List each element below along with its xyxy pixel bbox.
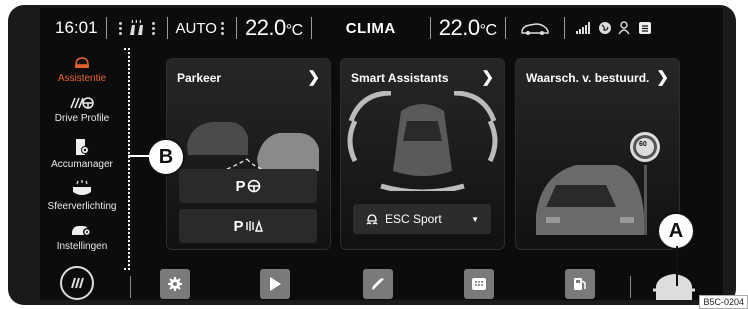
status-bar: 16:01 AUTO 22.0°C CLIMA 22.0°C — [40, 8, 723, 48]
home-button[interactable] — [60, 266, 94, 300]
sidebar-item-label: Accumanager — [51, 159, 113, 170]
callout-a-line — [676, 246, 678, 286]
home-icon — [71, 277, 84, 289]
sidebar-item-label: Drive Profile — [54, 113, 110, 124]
esc-mode-dropdown[interactable]: ESC Sport ▼ — [353, 204, 491, 234]
notes-icon[interactable] — [638, 21, 652, 35]
steering-wheel-icon — [247, 179, 260, 193]
parking-card[interactable]: Parkeer ❯ P P — [166, 58, 331, 250]
phone-button[interactable] — [363, 269, 393, 299]
app-connect-icon — [472, 278, 486, 290]
park-assist-button[interactable]: P — [179, 169, 317, 203]
bottom-bar — [40, 264, 723, 300]
divider — [563, 17, 565, 39]
divider — [105, 17, 107, 39]
parking-cars-illustration — [187, 122, 319, 174]
temperature-left-value: 22.0 — [244, 15, 286, 40]
temperature-right-unit: °C — [479, 22, 497, 39]
driver-assist-icon — [75, 57, 89, 68]
settings-icon — [168, 277, 182, 291]
divider — [630, 276, 631, 298]
temperature-left-unit: °C — [285, 22, 303, 39]
callout-b: B — [147, 138, 185, 176]
car-top-view-illustration — [347, 91, 498, 191]
sidebar-item-label: Assistentie — [57, 73, 107, 84]
globe-icon — [598, 22, 611, 34]
divider — [130, 276, 131, 298]
esc-mode-value: ESC Sport — [385, 212, 442, 226]
fan-level-indicator — [118, 21, 122, 35]
park-sensor-button[interactable]: P — [179, 209, 317, 243]
sidebar-item-accumanager[interactable]: Accumanager — [40, 138, 124, 170]
speed-limit-value: 60 — [639, 141, 647, 148]
dropdown-arrow-icon: ▼ — [471, 214, 479, 224]
smart-assistants-card[interactable]: Smart Assistants ❯ ESC Sport ▼ — [340, 58, 505, 250]
seat-heating-icon[interactable] — [126, 19, 148, 37]
image-code: B5C-0204 — [699, 295, 748, 309]
sidebar-item-instellingen[interactable]: Instellingen — [40, 222, 124, 252]
auto-climate-label[interactable]: AUTO — [176, 20, 217, 37]
fan-level-indicator — [151, 21, 155, 35]
callout-b-line — [128, 155, 150, 157]
app-connect-button[interactable] — [464, 269, 494, 299]
sidebar-item-drive-profile[interactable]: Drive Profile — [40, 96, 124, 124]
sidebar-item-assistentie[interactable]: Assistentie — [40, 54, 124, 84]
callout-a: A — [657, 212, 695, 250]
user-profile-icon[interactable] — [617, 21, 632, 35]
ambient-light-icon — [73, 180, 91, 195]
chevron-right-icon[interactable]: ❯ — [656, 68, 669, 86]
divider — [235, 17, 237, 39]
sidebar-bracket — [124, 48, 130, 270]
settings-button[interactable] — [160, 269, 190, 299]
auto-level-indicator — [220, 21, 224, 35]
sidebar-item-sfeerverlichting[interactable]: Sfeerverlichting — [40, 180, 124, 212]
signal-strength-icon — [575, 22, 590, 34]
park-sensor-label: P — [233, 217, 244, 235]
clima-button[interactable]: CLIMA — [346, 20, 396, 37]
divider — [310, 17, 312, 39]
divider — [429, 17, 431, 39]
divider — [504, 17, 506, 39]
media-button[interactable] — [260, 269, 290, 299]
parking-sensor-icon — [245, 219, 263, 232]
drive-profile-icon — [70, 97, 94, 109]
esc-icon — [366, 214, 378, 225]
card-title: Waarsch. v. bestuurd. — [526, 71, 650, 85]
car-status-icon[interactable] — [520, 20, 550, 36]
card-title: Parkeer — [177, 71, 222, 85]
temperature-right[interactable]: 22.0°C — [439, 15, 497, 41]
divider — [166, 17, 168, 39]
media-icon — [270, 277, 281, 291]
card-title: Smart Assistants — [351, 71, 449, 85]
sidebar-item-label: Sfeerverlichting — [47, 201, 117, 212]
clock: 16:01 — [55, 18, 98, 37]
car-settings-icon — [72, 226, 91, 236]
fuel-icon — [574, 278, 586, 290]
temperature-left[interactable]: 22.0°C — [245, 15, 303, 41]
driver-warning-card[interactable]: Waarsch. v. bestuurd. ❯ 60 — [515, 58, 680, 250]
chevron-right-icon[interactable]: ❯ — [481, 68, 494, 86]
phone-icon — [372, 278, 384, 290]
chevron-right-icon[interactable]: ❯ — [307, 68, 320, 86]
fuel-button[interactable] — [565, 269, 595, 299]
car-icon[interactable] — [652, 268, 696, 300]
sidebar-item-label: Instellingen — [56, 241, 108, 252]
sidebar: Assistentie Drive Profile Accumanager Sf… — [40, 48, 129, 270]
park-assist-label: P — [235, 177, 246, 195]
temperature-right-value: 22.0 — [438, 15, 480, 40]
road-sign-illustration — [536, 132, 660, 235]
battery-manager-icon — [76, 139, 89, 155]
